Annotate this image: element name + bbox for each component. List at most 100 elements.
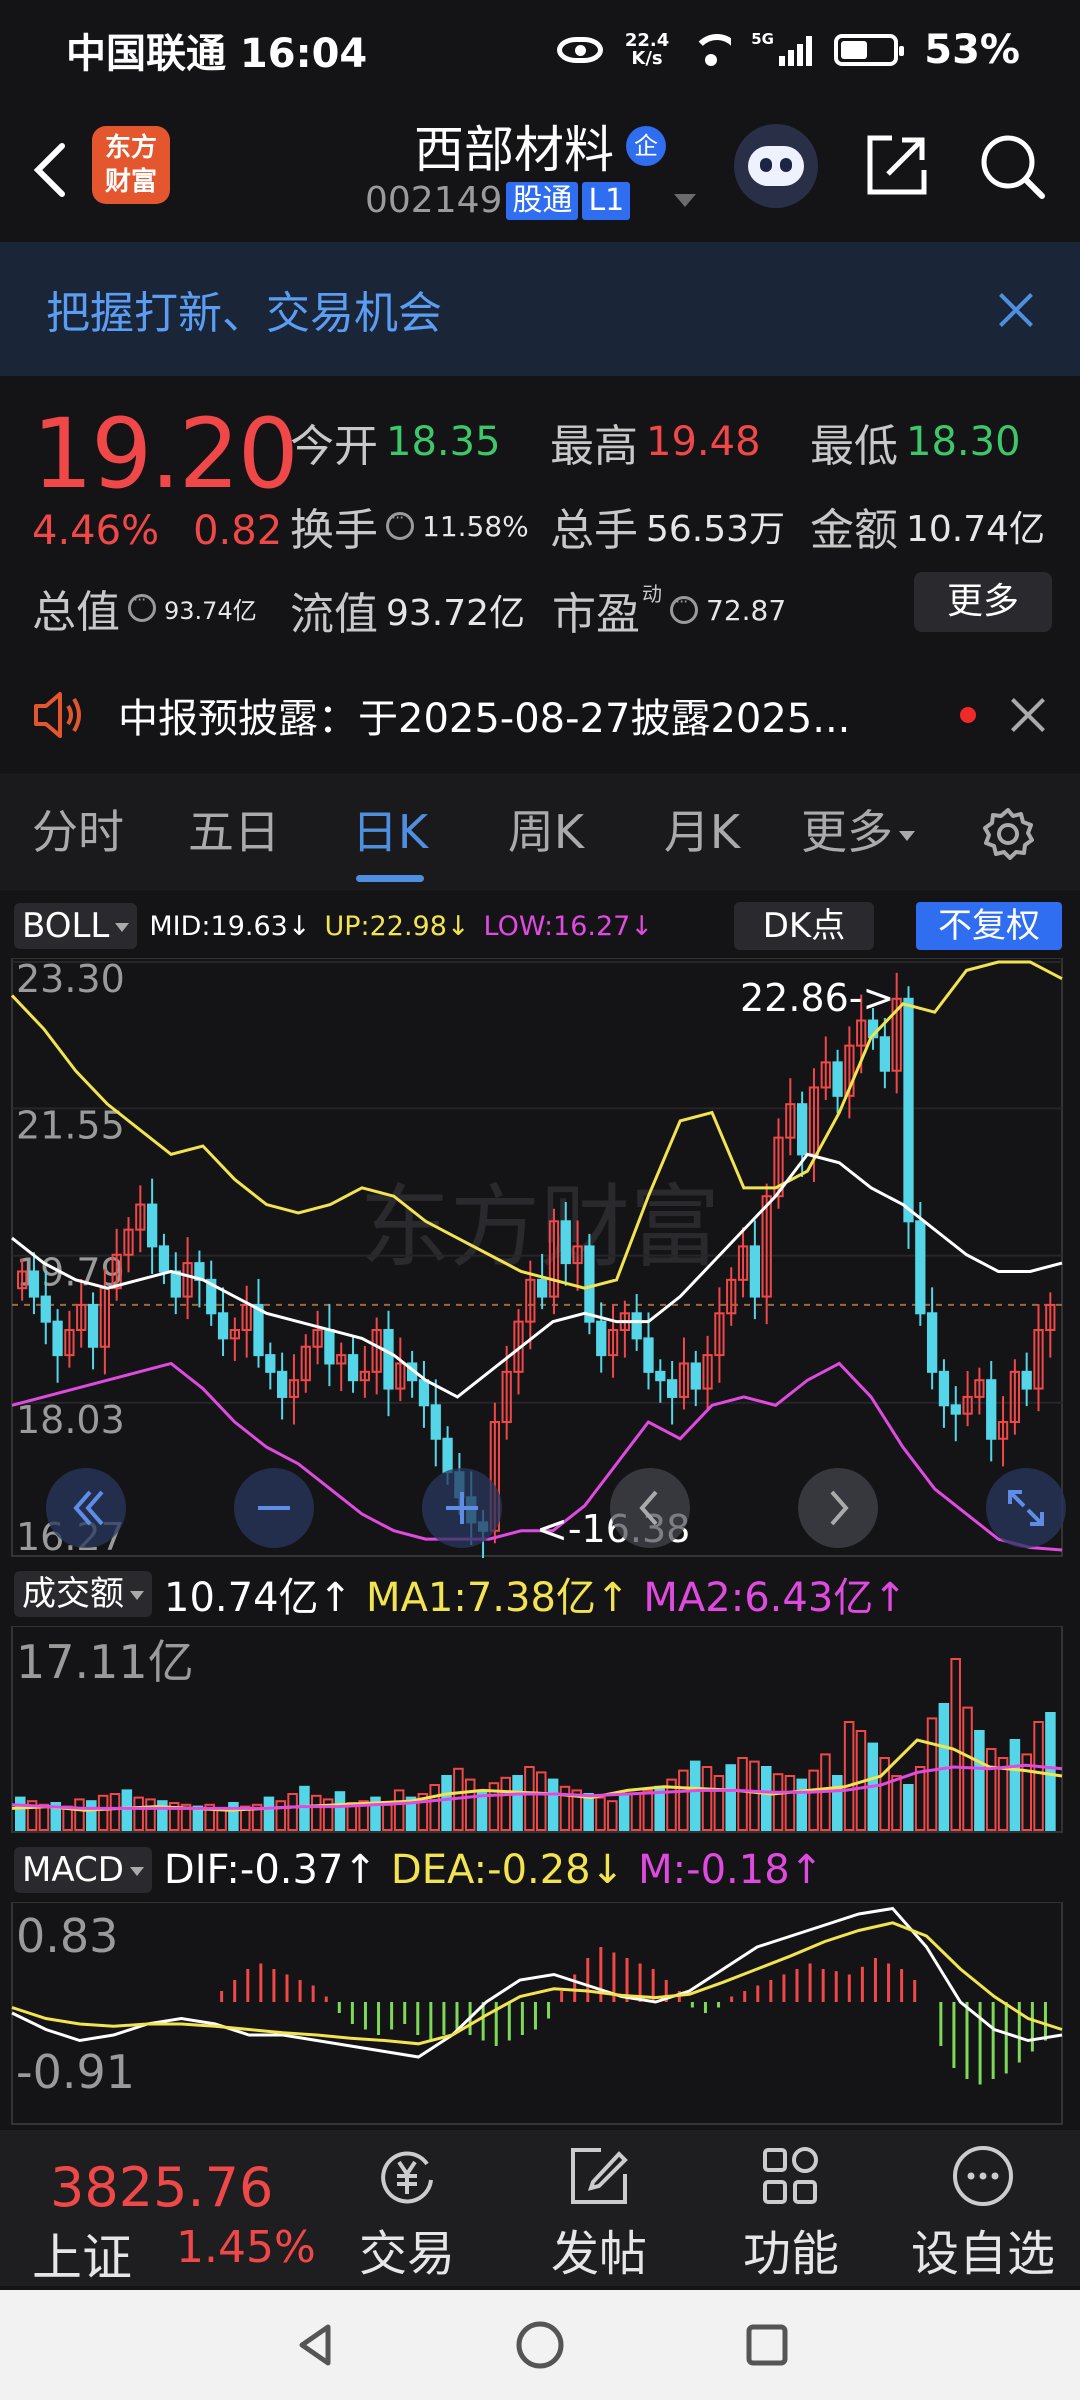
- candle-body: [1021, 1370, 1032, 1390]
- amount-bar: [903, 1784, 914, 1831]
- amount-chart[interactable]: 17.11亿: [0, 1626, 1080, 1836]
- turnover-value: 11.58%: [422, 509, 529, 543]
- amount-bar: [299, 1785, 310, 1832]
- amount-bar: [607, 1800, 618, 1831]
- info-icon[interactable]: [670, 592, 698, 624]
- amount-bar: [701, 1766, 713, 1831]
- index-name[interactable]: 上证: [32, 2218, 132, 2290]
- macd-m: M:-0.18↑: [638, 1847, 824, 1893]
- amount-value: 10.74亿: [906, 509, 1046, 550]
- dk-point-button[interactable]: DK点: [734, 902, 874, 950]
- candle-body: [596, 1320, 607, 1357]
- recents-square-icon[interactable]: [746, 2324, 788, 2366]
- amount-indicator-row: 成交额 10.74亿↑ MA1:7.38亿↑ MA2:6.43亿↑: [0, 1566, 1080, 1622]
- amount-bar: [926, 1717, 938, 1831]
- tab-monthly-k[interactable]: 月K: [624, 774, 780, 890]
- macd-chart[interactable]: 0.83 -0.91: [0, 1902, 1080, 2130]
- robot-assistant-icon[interactable]: [734, 124, 818, 208]
- chevron-down-icon[interactable]: [674, 194, 697, 207]
- back-triangle-icon[interactable]: [299, 2324, 331, 2366]
- info-icon[interactable]: [386, 508, 414, 540]
- dea-line: [11, 1921, 1063, 2046]
- candle-body: [927, 1312, 938, 1373]
- share-icon[interactable]: [862, 130, 932, 200]
- battery-level: 53%: [924, 27, 1020, 73]
- candle-body: [170, 1270, 181, 1298]
- indicator-select-boll[interactable]: BOLL: [14, 903, 138, 949]
- amount-bar: [97, 1794, 109, 1832]
- stock-code-row[interactable]: 002149 股通 L1: [365, 180, 697, 221]
- amount-bar: [15, 1796, 26, 1832]
- macd-axis-top: 0.83: [16, 1909, 118, 1963]
- fullscreen-button[interactable]: [986, 1468, 1066, 1548]
- tab-weekly-k[interactable]: 周K: [468, 774, 624, 890]
- scroll-right-button[interactable]: [798, 1468, 878, 1548]
- macd-dea: DEA:-0.28↓: [390, 1847, 625, 1893]
- candle-body: [915, 1220, 926, 1315]
- stock-name: 西部材料: [414, 121, 614, 179]
- zoom-out-button[interactable]: [234, 1468, 314, 1548]
- amount-bar: [985, 1748, 997, 1831]
- indicator-select-macd[interactable]: MACD: [14, 1847, 152, 1893]
- amount-label: 金额: [810, 505, 898, 556]
- price-axis-label: 21.55: [16, 1103, 125, 1147]
- candle-body: [986, 1379, 997, 1440]
- amount-bar: [642, 1789, 654, 1831]
- amount-bar: [843, 1721, 855, 1831]
- adjust-button[interactable]: 不复权: [916, 902, 1062, 950]
- amount-today: 10.74亿↑: [164, 1575, 353, 1621]
- amount-bar: [500, 1776, 512, 1832]
- corp-badge: 企: [626, 126, 666, 166]
- gear-icon[interactable]: [980, 806, 1036, 862]
- nav-post[interactable]: 发帖: [524, 2144, 674, 2284]
- banner-text: 把握打新、交易机会: [46, 288, 442, 339]
- boll-indicator-row: BOLL MID:19.63↓ UP:22.98↓ LOW:16.27↓ DK点…: [0, 898, 1080, 954]
- candle-body: [690, 1362, 701, 1390]
- index-value[interactable]: 3825.76: [50, 2156, 273, 2219]
- nav-trade[interactable]: 交易: [332, 2144, 482, 2284]
- current-price: 19.20: [32, 398, 299, 510]
- nav-functions[interactable]: 功能: [716, 2144, 866, 2284]
- amount-bar: [725, 1764, 736, 1831]
- candle-body: [797, 1103, 808, 1156]
- amount-bar: [618, 1794, 630, 1832]
- search-icon[interactable]: [976, 130, 1048, 202]
- close-icon[interactable]: [1006, 693, 1050, 737]
- high-price-marker: 22.86->: [740, 976, 894, 1020]
- tab-intraday[interactable]: 分时: [0, 774, 156, 890]
- amount-bar: [808, 1769, 819, 1832]
- amount-bar: [950, 1658, 961, 1831]
- kline-chart[interactable]: 东方财富 23.3021.5519.7918.0316.2722.86-><-1…: [0, 958, 1080, 1558]
- amount-bar: [536, 1771, 547, 1831]
- more-quote-button[interactable]: 更多: [914, 572, 1052, 632]
- grid-icon: [763, 2147, 818, 2204]
- nav-add-watchlist[interactable]: 设自选: [908, 2144, 1058, 2284]
- amount-bar: [382, 1803, 393, 1832]
- tab-daily-k[interactable]: 日K: [312, 774, 468, 890]
- amount-bar: [133, 1796, 144, 1832]
- promo-banner[interactable]: 把握打新、交易机会: [0, 242, 1080, 376]
- tab-five-day[interactable]: 五日: [156, 774, 312, 890]
- amount-bar: [678, 1769, 689, 1832]
- indicator-select-amount[interactable]: 成交额: [14, 1571, 152, 1617]
- amount-bar: [737, 1757, 748, 1831]
- connect-tag: 股通: [506, 181, 579, 220]
- candle-body: [40, 1295, 51, 1323]
- home-circle-icon[interactable]: [516, 2321, 564, 2369]
- amount-bar: [287, 1793, 298, 1831]
- amount-bar: [38, 1803, 50, 1832]
- notice-bar[interactable]: 中报预披露：于2025-08-27披露2025...: [0, 660, 1080, 770]
- wifi-icon: [691, 34, 732, 66]
- level-tag: L1: [582, 181, 631, 220]
- candle-body: [265, 1354, 276, 1373]
- close-icon[interactable]: [970, 264, 1060, 354]
- zoom-in-button[interactable]: [422, 1468, 502, 1548]
- scroll-left-button[interactable]: [610, 1468, 690, 1548]
- edit-icon: [571, 2148, 628, 2204]
- pe-label: 市盈: [552, 589, 640, 640]
- info-icon[interactable]: [128, 590, 156, 622]
- scroll-left-fast-button[interactable]: [46, 1468, 126, 1548]
- tab-more[interactable]: 更多: [780, 774, 936, 890]
- boll-low: LOW:16.27↓: [483, 910, 653, 942]
- amount-ma2: MA2:6.43亿↑: [643, 1575, 907, 1621]
